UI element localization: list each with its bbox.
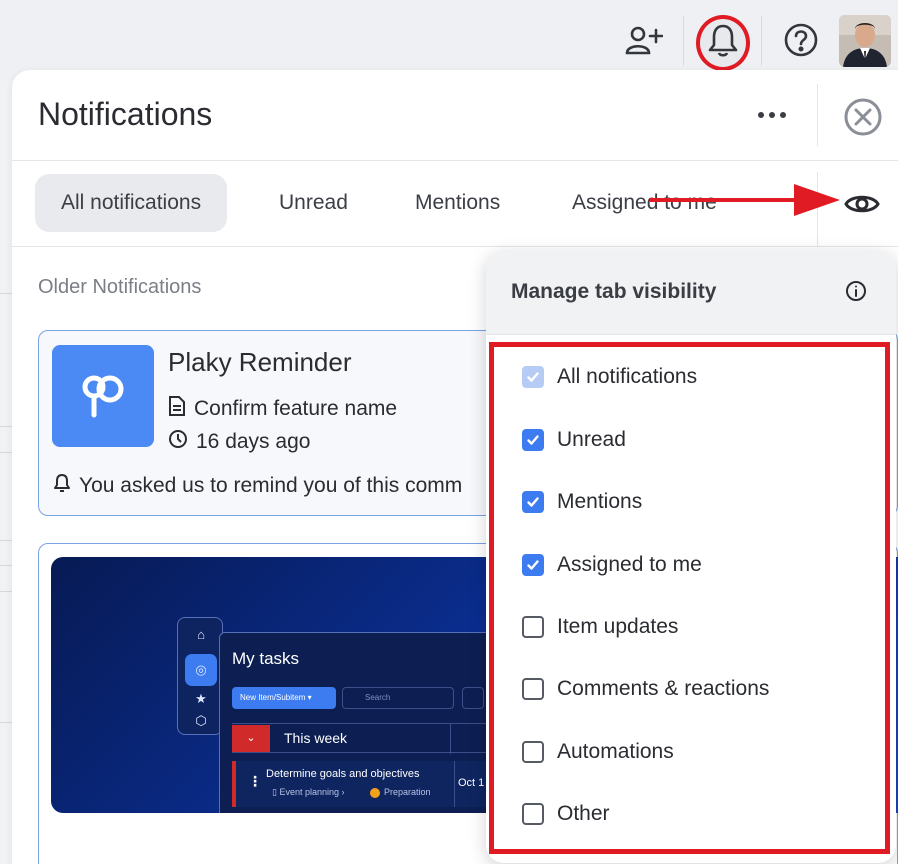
user-avatar[interactable] (839, 15, 891, 67)
option-label: Other (557, 802, 610, 825)
background-divider (0, 426, 12, 427)
help-icon[interactable] (779, 18, 823, 62)
info-icon[interactable] (845, 280, 867, 302)
mini-column-divider (450, 724, 451, 754)
tab-unread[interactable]: Unread (253, 174, 374, 232)
header-separator (817, 84, 818, 146)
option-other[interactable]: Other (522, 799, 610, 829)
mini-group-label: This week (284, 730, 348, 746)
option-all-notifications: All notifications (522, 362, 697, 392)
add-user-icon[interactable] (622, 18, 666, 62)
mini-task-name: Determine goals and objectives (266, 768, 420, 780)
background-divider (0, 452, 12, 453)
checkbox-automations[interactable] (522, 741, 544, 763)
popup-title: Manage tab visibility (511, 280, 717, 303)
clock-icon (168, 429, 188, 455)
notification-title: Plaky Reminder (168, 347, 352, 377)
option-label: Assigned to me (557, 553, 702, 576)
document-icon (168, 395, 186, 423)
option-assigned-to-me[interactable]: Assigned to me (522, 550, 702, 580)
mini-new-button-label: New Item/Subitem (240, 693, 306, 702)
mini-task-board-label: Event planning (279, 787, 339, 797)
option-label: Automations (557, 740, 674, 763)
check-circle-icon: ◎ (195, 662, 207, 677)
option-item-updates[interactable]: Item updates (522, 612, 678, 642)
option-label: Comments & reactions (557, 677, 770, 700)
calendar-icon (462, 687, 484, 709)
notification-time: 16 days ago (196, 430, 311, 453)
status-dot (370, 788, 380, 798)
close-button[interactable] (842, 96, 884, 138)
option-label: Unread (557, 428, 626, 451)
background-divider (0, 565, 12, 566)
manage-tab-visibility-popup: Manage tab visibility All notifications … (486, 251, 896, 863)
checkbox-mentions[interactable] (522, 491, 544, 513)
notification-item-name: Confirm feature name (194, 397, 398, 420)
cube-icon: ⬡ (195, 713, 207, 728)
mini-column-divider (454, 761, 455, 807)
mini-group-header: ⌄ This week D (232, 723, 522, 754)
background-divider (0, 540, 12, 541)
option-label: Item updates (557, 615, 679, 638)
drag-handle-icon: ⋮ (248, 773, 262, 789)
notification-time-row: 16 days ago (168, 429, 310, 455)
mini-task-row: ⋮ Determine goals and objectives ▯ Event… (232, 761, 522, 807)
option-automations[interactable]: Automations (522, 737, 674, 767)
checkbox-other[interactable] (522, 803, 544, 825)
header-divider (12, 160, 898, 161)
mini-task-date: Oct 1 (458, 777, 485, 789)
option-unread[interactable]: Unread (522, 425, 626, 455)
option-label: Mentions (557, 490, 643, 513)
checkbox-all-notifications (522, 366, 544, 388)
notification-message-text: You asked us to remind you of this comm (79, 474, 463, 497)
top-separator (683, 16, 684, 66)
notification-message: You asked us to remind you of this comm (53, 473, 462, 499)
checkbox-assigned-to-me[interactable] (522, 554, 544, 576)
bell-small-icon (53, 473, 71, 499)
tab-all-notifications[interactable]: All notifications (35, 174, 228, 232)
background-divider (0, 722, 12, 723)
mini-window: My tasks New Item/Subitem ▾ Search ⌄ Thi… (219, 632, 522, 813)
top-separator (761, 16, 762, 66)
options-highlight (489, 342, 890, 854)
checkbox-comments-reactions[interactable] (522, 678, 544, 700)
checkbox-item-updates[interactable] (522, 616, 544, 638)
bell-icon[interactable] (701, 18, 745, 62)
mini-new-button: New Item/Subitem ▾ (232, 687, 336, 709)
checkbox-unread[interactable] (522, 429, 544, 451)
panel-title: Notifications (38, 96, 213, 132)
background-divider (0, 591, 12, 592)
mini-task-board: ▯ Event planning › (272, 787, 345, 797)
option-comments-reactions[interactable]: Comments & reactions (522, 674, 769, 704)
option-label: All notifications (557, 365, 698, 388)
home-icon: ⌂ (197, 627, 205, 642)
background-divider (0, 293, 12, 294)
chevron-down-icon: ⌄ (232, 725, 270, 752)
tabs-divider (12, 246, 898, 247)
top-bar (0, 0, 898, 80)
popup-header: Manage tab visibility (486, 251, 896, 335)
mini-search: Search (342, 687, 454, 709)
star-icon: ★ (195, 691, 207, 706)
red-arrow-annotation (650, 184, 840, 216)
more-options-button[interactable] (750, 100, 794, 130)
mini-task-status: Preparation (384, 787, 431, 797)
tab-mentions[interactable]: Mentions (389, 174, 526, 232)
notification-item-row: Confirm feature name (168, 395, 397, 423)
plaky-logo-icon (52, 345, 154, 447)
mini-app-title: My tasks (232, 649, 300, 668)
option-mentions[interactable]: Mentions (522, 487, 642, 517)
mini-sidebar: ⌂ ◎ ★ ⬡ (177, 617, 223, 735)
section-label: Older Notifications (38, 276, 202, 298)
